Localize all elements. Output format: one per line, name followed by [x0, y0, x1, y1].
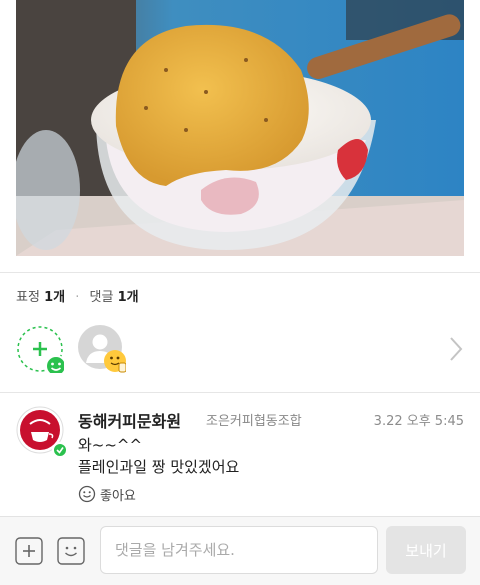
comment-item: 동해커피문화원 조은커피협동조합 3.22 오후 5:45 와~~^^ 플레인과… — [16, 404, 464, 512]
post-stats: 표정 1개 · 댓글 1개 — [16, 286, 139, 305]
comment-count[interactable]: 1개 — [118, 290, 139, 305]
user-avatar-icon — [78, 325, 127, 373]
divider — [0, 392, 480, 393]
chevron-right-icon[interactable] — [448, 336, 464, 362]
add-reaction-button[interactable] — [16, 325, 67, 377]
emoticon-box-icon[interactable] — [57, 537, 85, 565]
comment-text-line1: 와~~^^ — [78, 436, 143, 454]
comment-compose-bar: 보내기 — [0, 516, 480, 585]
separator: · — [75, 290, 80, 305]
dessert-photo — [16, 0, 464, 256]
comment-organization: 조은커피협동조합 — [206, 414, 302, 429]
reaction-label: 표정 — [16, 290, 40, 305]
comment-timestamp: 3.22 오후 5:45 — [373, 414, 464, 429]
reactor-avatar[interactable] — [78, 325, 127, 373]
plus-box-icon[interactable] — [15, 537, 43, 565]
comment-input[interactable] — [100, 526, 378, 574]
reaction-count[interactable]: 1개 — [44, 290, 65, 305]
comment-label: 댓글 — [89, 290, 114, 305]
like-label: 좋아요 — [100, 488, 136, 504]
add-reaction-icon — [17, 326, 67, 377]
thumbs-up-emoji-icon — [104, 350, 127, 373]
like-button[interactable]: 좋아요 — [78, 484, 136, 504]
comment-author[interactable]: 동해커피문화원 — [78, 408, 181, 432]
send-button[interactable]: 보내기 — [386, 526, 466, 574]
divider — [0, 272, 480, 273]
cafe-logo-icon — [16, 406, 68, 458]
smile-icon — [78, 485, 96, 503]
comment-text-line2: 플레인과일 짱 맛있겠어요 — [78, 458, 240, 476]
author-avatar[interactable] — [16, 406, 68, 458]
post-photo[interactable] — [16, 0, 464, 256]
